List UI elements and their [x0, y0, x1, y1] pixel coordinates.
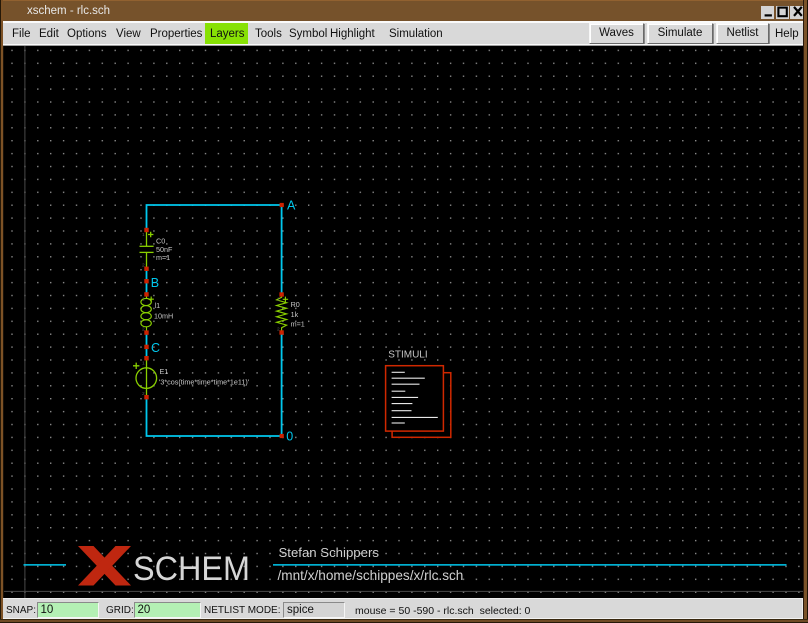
svg-text:10mH: 10mH	[154, 312, 173, 321]
svg-text:1: 1	[142, 297, 145, 303]
svg-text:C: C	[151, 341, 160, 355]
svg-text:m=1: m=1	[156, 253, 170, 262]
svg-text:2: 2	[142, 263, 145, 269]
svg-text:SCHEM: SCHEM	[133, 550, 250, 588]
svg-text:E1: E1	[160, 367, 169, 376]
svg-text:m=1: m=1	[291, 319, 305, 328]
svg-text:'3*cos(time*time*time*1e11)': '3*cos(time*time*time*1e11)'	[159, 377, 250, 386]
svg-text:R0: R0	[291, 300, 300, 309]
svg-text:0: 0	[286, 429, 293, 443]
svg-text:2: 2	[277, 326, 280, 332]
svg-text:2: 2	[142, 326, 145, 332]
svg-text:1: 1	[142, 232, 145, 238]
svg-text:STIMULI: STIMULI	[388, 350, 427, 361]
svg-text:1: 1	[142, 360, 145, 366]
svg-text:1k: 1k	[291, 310, 299, 319]
svg-text:B: B	[151, 276, 159, 290]
svg-text:/mnt/x/home/schippes/x/rlc.sch: /mnt/x/home/schippes/x/rlc.sch	[278, 568, 464, 583]
svg-text:l1: l1	[155, 301, 161, 310]
svg-text:1: 1	[277, 297, 280, 303]
svg-text:2: 2	[142, 391, 145, 397]
svg-text:Stefan Schippers: Stefan Schippers	[279, 545, 380, 560]
svg-text:A: A	[287, 198, 296, 212]
